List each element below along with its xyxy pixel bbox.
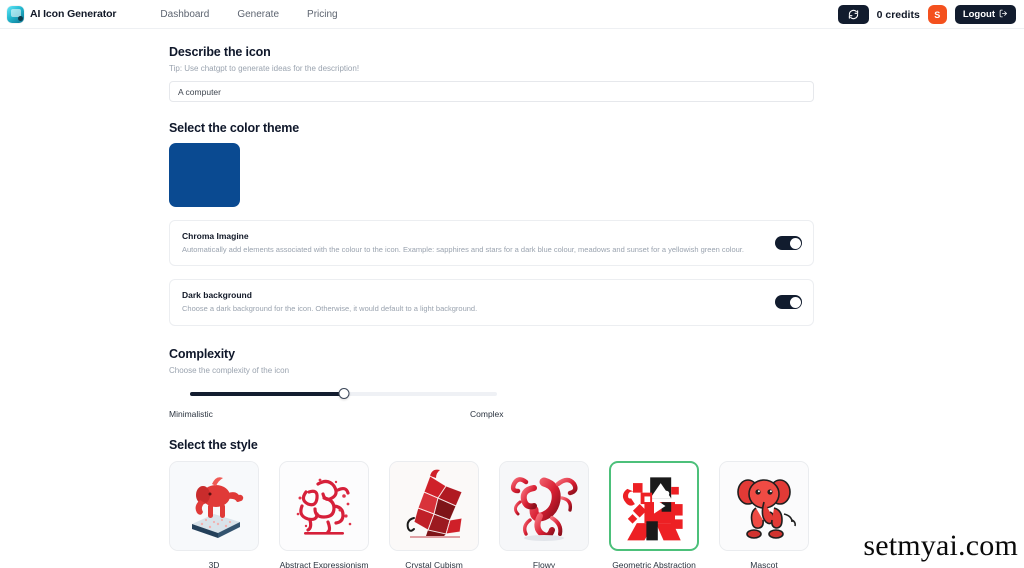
abstract-elephant-preview-icon [280,461,368,550]
dark-background-text: Dark background Choose a dark background… [182,290,763,314]
chroma-imagine-text: Chroma Imagine Automatically add element… [182,231,763,255]
style-label-3d: 3D [208,559,220,568]
section-color-theme: Select the color theme [169,121,814,207]
nav-links: Dashboard Generate Pricing [160,9,337,20]
complexity-slider-thumb[interactable] [338,387,349,399]
describe-title: Describe the icon [169,45,271,59]
color-theme-title: Select the color theme [169,121,300,135]
style-label-mascot: Mascot [750,559,778,568]
icon-description-input[interactable] [169,81,814,102]
chroma-imagine-description: Automatically add elements associated wi… [182,245,744,254]
dark-background-toggle[interactable] [775,295,802,310]
style-label-geometric-abstraction: Geometric Abstraction [612,559,696,568]
section-styles: Select the style 3D Abstract Expressioni… [169,438,814,568]
complexity-subtitle: Choose the complexity of the icon [169,365,290,375]
cubism-elephant-preview-icon [390,461,478,550]
complexity-slider-labels: Minimalistic Complex [169,408,504,421]
refresh-credits-button[interactable] [837,5,869,24]
complexity-slider-fill [190,391,344,396]
logout-button[interactable]: Logout [954,5,1016,24]
chroma-imagine-title: Chroma Imagine [182,231,249,241]
style-card-mascot[interactable] [719,460,809,551]
complexity-slider[interactable] [190,387,497,400]
watermark: setmyai.com [863,529,1018,562]
chroma-imagine-card: Chroma Imagine Automatically add element… [169,220,814,267]
style-item-mascot: Mascot [719,460,809,568]
nav-link-generate[interactable]: Generate [237,9,279,20]
flowy-elephant-preview-icon [500,461,588,550]
mascot-elephant-preview-icon [720,461,808,550]
refresh-icon [848,9,859,20]
style-card-geometric-abstraction[interactable] [609,460,699,551]
style-card-flowy[interactable] [499,460,589,551]
avatar[interactable]: S [927,5,947,24]
form-column: Describe the icon Tip: Use chatgpt to ge… [169,45,814,568]
style-item-abstract-expressionism: Abstract Expressionism [279,460,369,568]
geometric-elephant-preview-icon [612,463,696,548]
describe-tip: Tip: Use chatgpt to generate ideas for t… [169,64,360,73]
color-swatch-selected[interactable] [169,143,240,207]
complexity-max-label: Complex [470,408,504,419]
style-item-crystal-cubism: Crystal Cubism [389,460,479,568]
page-body: Describe the icon Tip: Use chatgpt to ge… [0,29,1024,568]
style-card-abstract-expressionism[interactable] [279,460,369,551]
dark-background-card: Dark background Choose a dark background… [169,279,814,326]
brand-name: AI Icon Generator [30,8,117,20]
section-describe: Describe the icon Tip: Use chatgpt to ge… [169,45,814,102]
style-card-crystal-cubism[interactable] [389,460,479,551]
nav-right-cluster: 0 credits S Logout [837,0,1016,29]
style-card-3d[interactable] [169,460,259,551]
credits-count: 0 credits [876,8,920,21]
styles-title: Select the style [169,437,258,452]
brand[interactable]: AI Icon Generator [7,5,117,23]
3d-elephant-preview-icon [170,461,258,550]
style-label-flowy: Flowy [532,559,556,568]
logout-arrow-icon [999,9,1008,21]
dark-background-title: Dark background [182,290,252,301]
style-label-crystal-cubism: Crystal Cubism [405,559,463,568]
top-navbar: AI Icon Generator Dashboard Generate Pri… [0,0,1024,29]
style-item-flowy: Flowy [499,460,589,568]
chroma-imagine-toggle[interactable] [775,236,802,251]
complexity-min-label: Minimalistic [169,408,213,419]
complexity-title: Complexity [169,346,235,361]
style-item-geometric-abstraction: Geometric Abstraction [609,460,699,568]
style-item-3d: 3D [169,460,259,568]
section-complexity: Complexity Choose the complexity of the … [169,347,814,421]
nav-link-dashboard[interactable]: Dashboard [160,9,209,20]
logout-button-label: Logout [962,9,995,20]
app-logo-icon [7,5,24,23]
color-swatch-row [169,143,814,207]
nav-link-pricing[interactable]: Pricing [307,9,338,20]
styles-grid: 3D Abstract Expressionism Crystal Cubism… [169,460,814,568]
dark-background-description: Choose a dark background for the icon. O… [182,304,478,314]
style-label-abstract-expressionism: Abstract Expressionism [279,559,369,568]
